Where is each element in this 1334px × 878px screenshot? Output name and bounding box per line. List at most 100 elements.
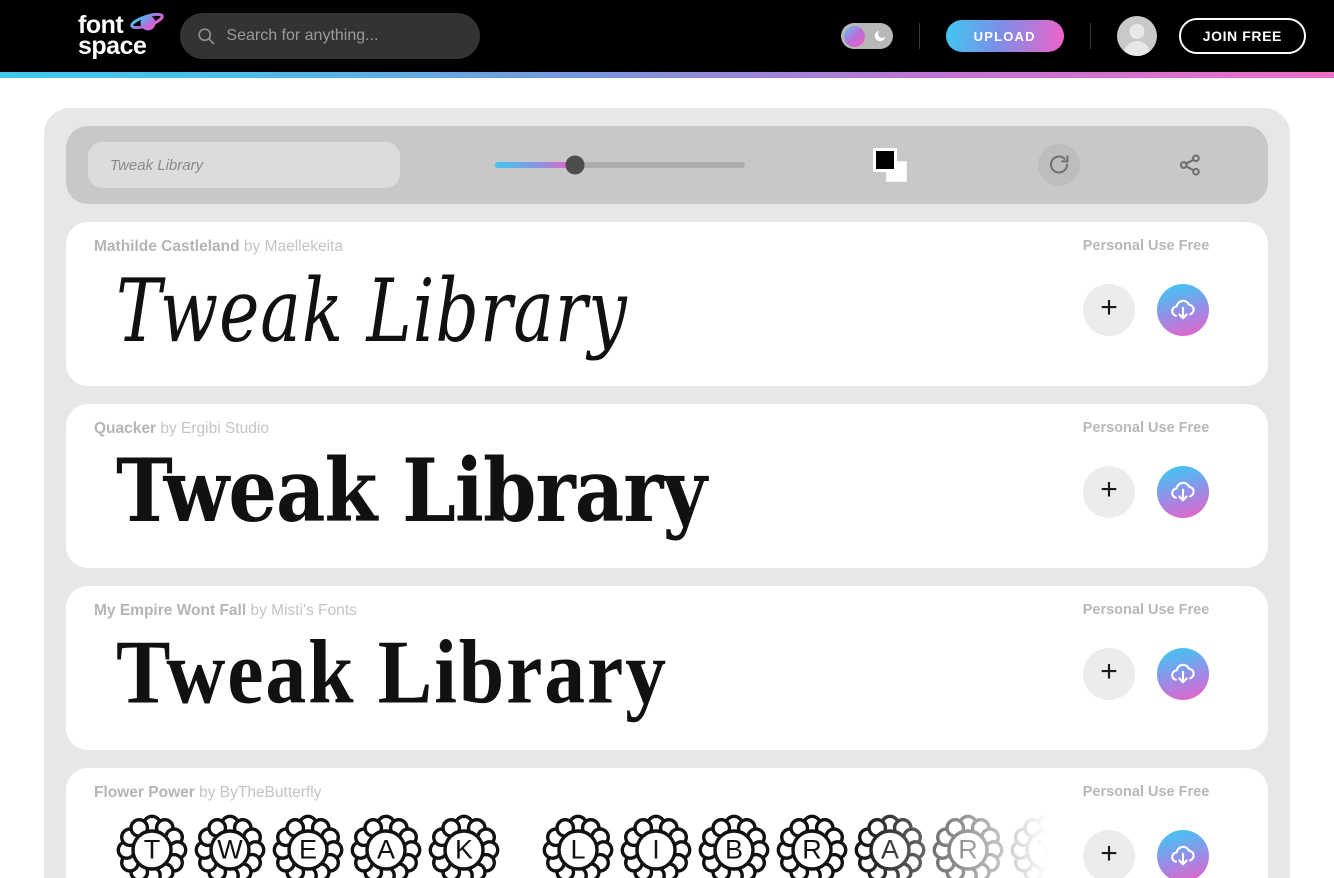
flower-letter-glyph: R — [776, 814, 848, 878]
flower-letter-text: R — [802, 834, 822, 865]
font-card[interactable]: My Empire Wont Fall by Misti's Fonts Twe… — [66, 586, 1268, 750]
download-button[interactable] — [1157, 830, 1209, 878]
flower-letter-glyph: T — [116, 814, 188, 878]
flower-letter-glyph: Y — [1010, 814, 1048, 878]
download-button[interactable] — [1157, 648, 1209, 700]
download-button[interactable] — [1157, 466, 1209, 518]
flower-letter-glyph: R — [932, 814, 1004, 878]
font-card-actions: + — [1083, 648, 1209, 700]
font-author[interactable]: ByTheButterfly — [220, 784, 322, 801]
add-to-collection-button[interactable]: + — [1083, 466, 1135, 518]
font-card-meta: Mathilde Castleland by Maellekeita — [94, 238, 1048, 256]
font-card-meta: Flower Power by ByTheButterfly — [94, 784, 1048, 802]
font-preview-text: Tweak Library — [116, 444, 707, 543]
font-by-label: by — [243, 238, 261, 255]
font-card-right: Personal Use Free + — [1048, 784, 1244, 878]
preview-text-input[interactable] — [88, 142, 400, 188]
refresh-button[interactable] — [1038, 144, 1080, 186]
flower-word: LIBRARY — [542, 814, 1048, 878]
license-label: Personal Use Free — [1082, 784, 1210, 800]
font-preview-text: Tweak Library — [116, 626, 668, 723]
font-card-right: Personal Use Free + — [1048, 238, 1244, 368]
flower-letter-glyph: B — [698, 814, 770, 878]
join-free-button[interactable]: JOIN FREE — [1178, 18, 1306, 54]
font-card-left: Quacker by Ergibi Studio Tweak Library — [94, 420, 1048, 550]
font-preview-text: Tweak Library — [116, 262, 628, 363]
font-by-label: by — [250, 602, 267, 619]
flower-letter-glyph: A — [350, 814, 422, 878]
font-results-panel: Mathilde Castleland by Maellekeita Tweak… — [44, 108, 1290, 878]
flower-word: TW E A K — [116, 814, 500, 878]
font-author[interactable]: Maellekeita — [265, 238, 343, 255]
font-card-right: Personal Use Free + — [1048, 420, 1244, 550]
flower-preview-row: TW E A K L I B R A R Y — [116, 814, 1048, 878]
moon-icon — [874, 30, 885, 42]
toggle-knob — [843, 25, 865, 47]
font-card-actions: + — [1083, 830, 1209, 878]
font-card-right: Personal Use Free + — [1048, 602, 1244, 732]
header-divider-1 — [918, 23, 920, 49]
license-label: Personal Use Free — [1082, 420, 1210, 436]
flower-letter-glyph: A — [854, 814, 926, 878]
download-button[interactable] — [1157, 284, 1209, 336]
header-actions: UPLOAD JOIN FREE — [840, 16, 1306, 56]
font-name[interactable]: Flower Power — [94, 784, 195, 801]
add-to-collection-button[interactable]: + — [1083, 648, 1135, 700]
flower-letter-text: K — [454, 834, 473, 865]
upload-button[interactable]: UPLOAD — [945, 20, 1064, 52]
theme-toggle[interactable] — [840, 23, 893, 49]
flower-letter-glyph: E — [272, 814, 344, 878]
flower-letter-text: Y — [1036, 834, 1048, 865]
font-author[interactable]: Ergibi Studio — [181, 420, 269, 437]
download-cloud-icon — [1171, 481, 1195, 502]
font-card[interactable]: Flower Power by ByTheButterfly T W E A K L I B… — [66, 768, 1268, 878]
font-by-label: by — [160, 420, 177, 437]
flower-letter-glyph: L — [542, 814, 614, 878]
slider-fill — [495, 162, 575, 168]
add-to-collection-button[interactable]: + — [1083, 284, 1135, 336]
download-cloud-icon — [1171, 845, 1195, 866]
global-search[interactable] — [180, 13, 481, 59]
font-card-meta: My Empire Wont Fall by Misti's Fonts — [94, 602, 1048, 620]
flower-letter-text: I — [652, 834, 660, 865]
add-to-collection-button[interactable]: + — [1083, 830, 1135, 878]
font-size-slider[interactable] — [495, 155, 745, 175]
flower-letter-text: A — [376, 834, 395, 865]
avatar-head — [1129, 24, 1145, 39]
avatar[interactable] — [1116, 16, 1157, 56]
logo-text-line2: space — [78, 32, 147, 60]
download-cloud-icon — [1171, 299, 1195, 320]
font-preview: TW E A K L I B R A R Y — [94, 808, 1048, 878]
font-card-left: Mathilde Castleland by Maellekeita Tweak… — [94, 238, 1048, 368]
font-card-left: My Empire Wont Fall by Misti's Fonts Twe… — [94, 602, 1048, 732]
flower-letter-glyph: W — [194, 814, 266, 878]
slider-thumb[interactable] — [565, 155, 585, 175]
font-name[interactable]: Mathilde Castleland — [94, 238, 240, 255]
share-icon — [1179, 154, 1200, 176]
font-card[interactable]: Quacker by Ergibi Studio Tweak Library P… — [66, 404, 1268, 568]
color-swatch-picker[interactable] — [873, 148, 907, 182]
license-label: Personal Use Free — [1082, 238, 1210, 254]
flower-letter-text: E — [298, 834, 317, 865]
avatar-body — [1123, 41, 1150, 56]
font-preview: Tweak Library — [94, 262, 1048, 366]
share-button[interactable] — [1175, 150, 1205, 180]
preview-toolbar — [66, 126, 1268, 204]
planet-icon — [130, 12, 165, 30]
site-header: font space U — [0, 0, 1334, 72]
search-input[interactable] — [226, 27, 465, 45]
flower-letter-glyph: K — [428, 814, 500, 878]
font-name[interactable]: Quacker — [94, 420, 156, 437]
flower-letter-text: W — [217, 834, 243, 865]
font-preview: Tweak Library — [94, 444, 1048, 548]
refresh-icon — [1050, 155, 1069, 174]
font-card-actions: + — [1083, 466, 1209, 518]
font-name[interactable]: My Empire Wont Fall — [94, 602, 246, 619]
flower-letter-text: A — [880, 834, 899, 865]
page-body: Mathilde Castleland by Maellekeita Tweak… — [0, 78, 1334, 878]
font-author[interactable]: Misti's Fonts — [271, 602, 357, 619]
foreground-color-swatch[interactable] — [873, 148, 897, 172]
font-card[interactable]: Mathilde Castleland by Maellekeita Tweak… — [66, 222, 1268, 386]
font-card-left: Flower Power by ByTheButterfly T W E A K L I B… — [94, 784, 1048, 878]
fontspace-logo[interactable]: font space — [78, 12, 165, 60]
